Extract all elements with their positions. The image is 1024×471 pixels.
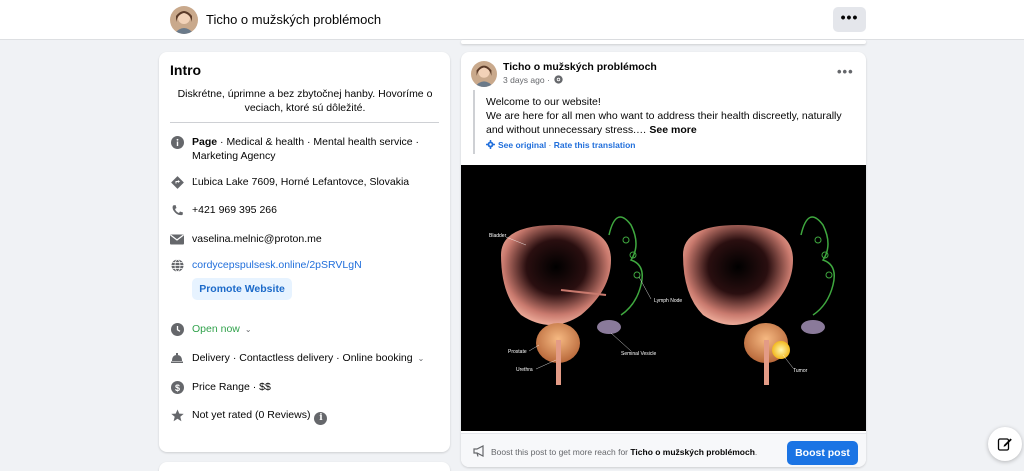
boost-text-suffix: . (754, 447, 758, 457)
compose-message-button[interactable] (988, 427, 1022, 461)
email-icon (170, 232, 184, 246)
post-options-button[interactable]: ••• (837, 64, 854, 79)
anatomy-right (683, 216, 835, 385)
intro-card: Intro Diskrétne, úprimne a bez zbytočnej… (159, 52, 450, 452)
label-seminal-vesicle: Seminal Vesicle (621, 351, 657, 357)
label-prostate: Prostate (508, 349, 527, 355)
see-more-link[interactable]: See more (649, 124, 696, 136)
label-tumor: Tumor (793, 368, 808, 374)
page-avatar[interactable] (170, 6, 198, 34)
boost-text: Boost this post to get more reach for Ti… (491, 447, 757, 457)
service-bell-icon (170, 351, 184, 365)
post-image[interactable]: Bladder Lymph Node Prostate Seminal Vesi… (461, 165, 866, 431)
post-time-text[interactable]: 3 days ago · (503, 75, 550, 85)
boost-text-prefix: Boost this post to get more reach for (491, 447, 631, 457)
label-bladder: Bladder (489, 233, 507, 239)
open-now-status: Open now (192, 323, 240, 335)
edit-icon (997, 438, 1012, 451)
megaphone-icon (473, 445, 484, 457)
services-text: Delivery · Contactless delivery · Online… (192, 352, 413, 364)
page-header: Ticho o mužských problémoch ••• (0, 0, 1024, 40)
gear-icon (486, 140, 495, 149)
divider (170, 122, 439, 123)
intro-title: Intro (170, 62, 202, 78)
translation-separator: · (546, 140, 554, 150)
phone-text[interactable]: +421 969 395 266 (192, 203, 440, 217)
boost-post-button[interactable]: Boost post (787, 441, 858, 465)
translation-bar (473, 90, 475, 154)
globe-icon (170, 258, 184, 272)
post-author-name[interactable]: Ticho o mužských problémoch (503, 61, 657, 73)
rating-text: Not yet rated (0 Reviews) (192, 409, 311, 421)
star-icon (170, 408, 184, 422)
svg-text:$: $ (174, 383, 179, 393)
page-title[interactable]: Ticho o mužských problémoch (206, 12, 381, 27)
location-icon (170, 175, 184, 189)
boost-footer: Boost this post to get more reach for Ti… (461, 433, 866, 467)
globe-icon (554, 75, 563, 84)
intro-bio: Diskrétne, úprimne a bez zbytočnej hanby… (177, 88, 433, 114)
post-card: Ticho o mužských problémoch 3 days ago ·… (461, 52, 866, 467)
dollar-icon: $ (170, 380, 184, 394)
website-link[interactable]: cordycepspulsesk.online/2pSRVLgN (192, 258, 440, 272)
post-timestamp: 3 days ago · (503, 75, 563, 85)
promote-website-button[interactable]: Promote Website (192, 278, 292, 300)
phone-icon (170, 203, 184, 217)
anatomy-left (501, 216, 643, 385)
translation-links: See original · Rate this translation (486, 140, 635, 150)
chevron-down-icon: ⌄ (417, 354, 425, 363)
next-card (159, 462, 450, 471)
label-lymph-node: Lymph Node (654, 298, 682, 304)
info-icon[interactable]: i (314, 411, 328, 425)
address-text: Ľubica Lake 7609, Horné Lefantovce, Slov… (192, 176, 410, 188)
category-prefix: Page (192, 136, 218, 148)
email-text[interactable]: vaselina.melnic@proton.me (192, 232, 440, 246)
boost-text-page-name: Ticho o mužských problémoch (630, 447, 755, 457)
more-options-button[interactable]: ••• (833, 7, 866, 32)
see-original-link[interactable]: See original (498, 140, 546, 150)
category-list: · Medical & health · Mental health servi… (192, 136, 420, 162)
info-icon (170, 135, 184, 149)
clock-icon (170, 322, 184, 336)
label-urethra: Urethra (516, 367, 533, 373)
rate-translation-link[interactable]: Rate this translation (554, 140, 636, 150)
post-author-avatar[interactable] (471, 61, 497, 87)
previous-card-edge (461, 40, 866, 44)
price-text: Price Range · $$ (192, 381, 271, 393)
post-text: Welcome to our website! We are here for … (486, 95, 861, 137)
chevron-down-icon: ⌄ (244, 325, 252, 334)
